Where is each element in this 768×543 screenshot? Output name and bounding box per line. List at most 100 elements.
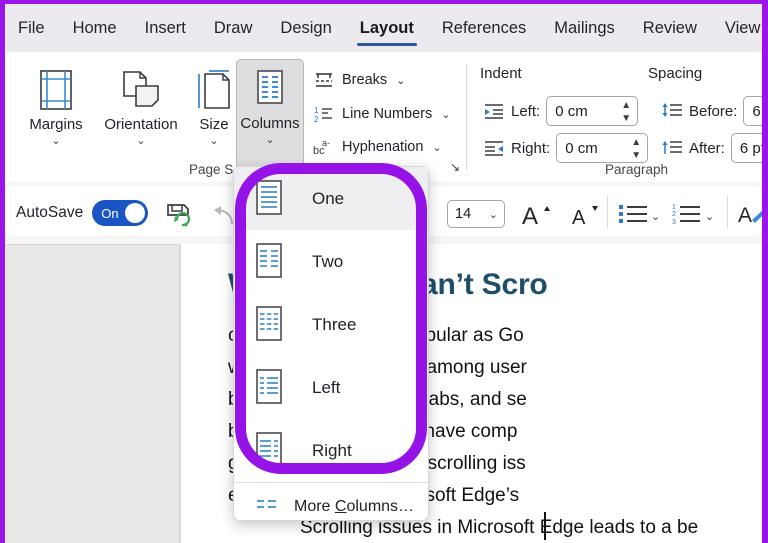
menu-item-two[interactable]: Two (234, 230, 428, 293)
tab-view[interactable]: View (711, 4, 768, 52)
breaks-label: Breaks (342, 72, 388, 88)
spacing-before-field-row: Before: 6 pt ▲▼ (661, 96, 768, 126)
shrink-font-icon[interactable]: A (570, 198, 602, 235)
screenshot-border-right (762, 0, 768, 543)
hyphenation-command[interactable]: bc a- Hyphenation ⌄ (313, 134, 442, 160)
paragraph-dialog-launcher-icon[interactable]: ↘ (450, 160, 460, 174)
toolbar-separator-3 (727, 196, 728, 228)
menu-item-right-label: Right (312, 440, 352, 460)
autosave-toggle[interactable]: On (92, 200, 149, 226)
indent-right-value: 0 cm (565, 139, 598, 157)
hyphenation-label: Hyphenation (342, 139, 424, 155)
indent-section-title: Indent (480, 65, 522, 82)
tab-file[interactable]: File (0, 4, 59, 52)
screenshot-border-top (0, 0, 768, 4)
indent-left-input[interactable]: 0 cm ▲ ▼ (546, 96, 639, 126)
tab-home[interactable]: Home (59, 4, 131, 52)
tab-view-label: View (724, 18, 761, 37)
indent-right-label: Right: (511, 139, 551, 157)
hyphenation-chevron-down-icon[interactable]: ⌄ (432, 141, 441, 154)
indent-right-input[interactable]: 0 cm ▲ ▼ (556, 133, 649, 163)
size-button[interactable]: Size ⌄ (185, 60, 243, 147)
svg-text:2: 2 (672, 211, 676, 218)
ribbon-tab-bar: File Home Insert Draw Design Layout Refe… (0, 4, 768, 52)
font-size-chevron-down-icon[interactable]: ⌄ (489, 208, 498, 221)
text-cursor (544, 512, 546, 540)
numbered-list-icon[interactable]: 1 2 3 (672, 202, 702, 231)
autosave-state: On (101, 205, 119, 221)
tab-mailings[interactable]: Mailings (540, 4, 629, 52)
size-caret[interactable]: ⌄ (209, 136, 218, 147)
font-size-input[interactable]: 14 ⌄ (447, 200, 505, 228)
hyphenation-icon: bc a- (313, 137, 335, 157)
tab-home-label: Home (72, 18, 117, 37)
margins-icon (36, 66, 76, 114)
margins-label: Margins (29, 116, 83, 133)
tab-insert[interactable]: Insert (131, 4, 200, 52)
spacing-section-title: Spacing (648, 65, 703, 82)
orientation-icon (118, 66, 164, 114)
column-one-icon (252, 178, 286, 220)
numbering-chevron-down-icon[interactable]: ⌄ (705, 210, 714, 223)
more-columns-icon (256, 497, 278, 518)
ribbon: Margins ⌄ Orientation ⌄ Size ⌄ Columns ⌄… (5, 52, 768, 182)
margins-caret[interactable]: ⌄ (51, 136, 60, 147)
tab-references-label: References (441, 18, 527, 37)
indent-right-stepper[interactable]: ▲ ▼ (631, 137, 641, 161)
menu-item-left[interactable]: Left (234, 356, 428, 419)
columns-label: Columns (240, 115, 300, 132)
save-sync-icon[interactable] (165, 202, 193, 233)
breaks-command[interactable]: Breaks ⌄ (313, 67, 405, 93)
indent-right-field-row: Right: 0 cm ▲ ▼ (483, 133, 649, 163)
tab-draw[interactable]: Draw (200, 4, 267, 52)
menu-item-one[interactable]: One (234, 167, 428, 230)
indent-left-field-row: Left: 0 cm ▲ ▼ (483, 96, 639, 126)
size-label: Size (199, 116, 229, 133)
indent-left-label: Left: (511, 102, 541, 120)
margins-button[interactable]: Margins ⌄ (19, 60, 93, 147)
grow-font-icon[interactable]: A (520, 198, 552, 235)
spacing-before-icon (661, 102, 683, 120)
svg-text:A: A (522, 203, 538, 230)
tab-insert-label: Insert (144, 18, 186, 37)
orientation-caret[interactable]: ⌄ (136, 136, 145, 147)
breaks-chevron-down-icon[interactable]: ⌄ (396, 74, 405, 87)
page-setup-group-label: Page S (189, 162, 234, 177)
menu-item-more-columns[interactable]: More Columns… (234, 483, 428, 531)
tab-draw-label: Draw (213, 18, 253, 37)
tab-references[interactable]: References (428, 4, 540, 52)
tab-file-label: File (18, 18, 45, 37)
tab-design[interactable]: Design (266, 4, 345, 52)
line-numbers-command[interactable]: 1 2 Line Numbers ⌄ (313, 101, 450, 127)
bullets-chevron-down-icon[interactable]: ⌄ (651, 210, 660, 223)
orientation-button[interactable]: Orientation ⌄ (95, 60, 187, 147)
columns-caret[interactable]: ⌄ (265, 135, 274, 146)
tab-design-label: Design (280, 18, 332, 37)
menu-item-right[interactable]: Right (234, 419, 428, 482)
column-two-icon (252, 241, 286, 283)
spacing-after-field-row: After: 6 pt ▲▼ (661, 133, 768, 163)
toggle-knob (125, 203, 146, 223)
menu-item-one-label: One (312, 188, 345, 208)
bullet-list-icon[interactable] (618, 202, 648, 231)
screenshot-border-left (0, 0, 5, 543)
column-three-icon (252, 304, 286, 346)
autosave-control[interactable]: AutoSave On (16, 200, 149, 226)
svg-text:3: 3 (672, 219, 676, 226)
tab-layout[interactable]: Layout (346, 4, 428, 52)
autosave-label: AutoSave (16, 204, 84, 221)
indent-left-stepper[interactable]: ▲ ▼ (621, 100, 631, 124)
line-numbers-chevron-down-icon[interactable]: ⌄ (441, 108, 450, 121)
indent-left-icon (483, 102, 505, 120)
menu-item-three[interactable]: Three (234, 293, 428, 356)
tab-review[interactable]: Review (629, 4, 711, 52)
columns-button[interactable]: Columns ⌄ (236, 59, 304, 169)
menu-item-left-label: Left (312, 377, 341, 397)
menu-item-three-label: Three (312, 314, 357, 334)
more-columns-accelerator: C (334, 498, 347, 515)
menu-item-two-label: Two (312, 251, 344, 271)
spacing-after-label: After: (689, 139, 725, 157)
spacing-after-icon (661, 139, 683, 157)
more-columns-prefix: More (294, 498, 335, 515)
document-left-margin-area (5, 244, 180, 543)
